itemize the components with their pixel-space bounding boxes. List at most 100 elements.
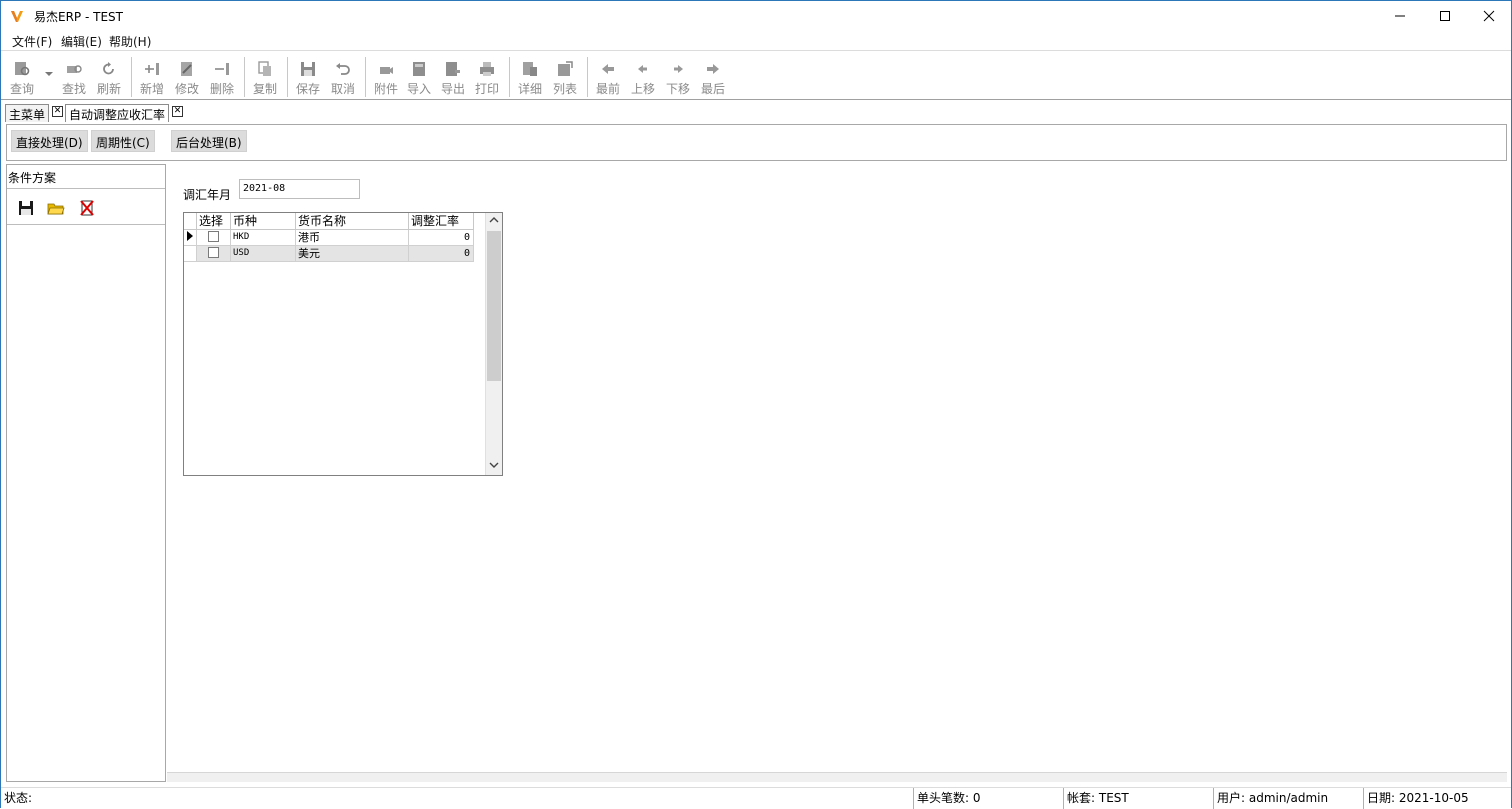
- current-date: 日期: 2021-10-05: [1363, 788, 1510, 809]
- app-logo-icon: [11, 11, 23, 22]
- save-icon[interactable]: [17, 199, 35, 217]
- currency-code-cell[interactable]: USD: [231, 246, 296, 262]
- periodic-button[interactable]: 周期性(C): [91, 130, 155, 152]
- adjust-rate-cell[interactable]: 0: [409, 230, 474, 246]
- currency-grid: 选择 币种 货币名称 调整汇率 HKD 港币 0 USD 美元 0: [183, 212, 503, 476]
- print-button[interactable]: 打印: [470, 57, 504, 99]
- panel-title: 条件方案: [8, 171, 57, 185]
- column-header-currency[interactable]: 币种: [231, 213, 296, 230]
- header-count: 单头笔数: 0: [913, 788, 1063, 809]
- query-button[interactable]: 查询: [5, 57, 39, 99]
- query-dropdown-icon[interactable]: [45, 72, 53, 76]
- maximize-button[interactable]: [1422, 1, 1468, 31]
- tab-auto-adjust-rate-close-icon[interactable]: ✕: [172, 106, 183, 117]
- first-icon: [602, 64, 614, 74]
- scroll-thumb[interactable]: [487, 231, 501, 381]
- add-button[interactable]: 新增: [135, 57, 169, 99]
- copy-button[interactable]: 复制: [248, 57, 282, 99]
- adjust-rate-cell[interactable]: 0: [409, 246, 474, 262]
- edit-button[interactable]: 修改: [170, 57, 204, 99]
- prev-icon: [638, 65, 647, 73]
- next-button[interactable]: 下移: [661, 57, 695, 99]
- select-checkbox[interactable]: [197, 246, 231, 262]
- last-icon: [707, 64, 719, 74]
- rate-month-input[interactable]: 2021-08: [239, 179, 360, 199]
- maximize-icon: [1440, 11, 1450, 21]
- import-button[interactable]: 导入: [402, 57, 436, 99]
- status-bar: 状态: 单头笔数: 0 帐套: TEST 用户: admin/admin 日期:…: [1, 787, 1511, 809]
- find-button[interactable]: 查找: [57, 57, 91, 99]
- scroll-up-icon[interactable]: [489, 216, 499, 226]
- find-icon: [67, 65, 82, 73]
- toolbar-separator: [131, 57, 132, 97]
- first-button[interactable]: 最前: [591, 57, 625, 99]
- menu-help[interactable]: 帮助(H): [109, 33, 151, 50]
- delete-button[interactable]: 删除: [205, 57, 239, 99]
- list-button[interactable]: 列表: [548, 57, 582, 99]
- current-user: 用户: admin/admin: [1213, 788, 1363, 809]
- title-bar: 易杰ERP - TEST: [1, 1, 1511, 31]
- edit-icon: [181, 62, 192, 76]
- table-row[interactable]: HKD 港币 0: [184, 230, 474, 246]
- main-horizontal-scrollbar[interactable]: [167, 772, 1507, 782]
- scroll-down-icon[interactable]: [489, 461, 499, 471]
- currency-name-cell[interactable]: 港币: [296, 230, 409, 246]
- refresh-icon: [103, 62, 114, 75]
- currency-name-cell[interactable]: 美元: [296, 246, 409, 262]
- menu-edit[interactable]: 编辑(E): [61, 33, 102, 50]
- open-folder-icon[interactable]: [47, 199, 65, 217]
- last-button[interactable]: 最后: [696, 57, 730, 99]
- import-icon: [413, 62, 425, 76]
- column-header-select[interactable]: 选择: [197, 213, 231, 230]
- minimize-button[interactable]: [1377, 1, 1423, 31]
- delete-scheme-icon[interactable]: [78, 199, 96, 217]
- save-button[interactable]: 保存: [291, 57, 325, 99]
- main-content: 调汇年月 2021-08 选择 币种 货币名称 调整汇率 HKD 港币 0 US…: [167, 164, 1507, 782]
- add-icon: [145, 63, 159, 75]
- toolbar-separator: [287, 57, 288, 97]
- cancel-button[interactable]: 取消: [326, 57, 360, 99]
- status-text: 状态:: [4, 791, 33, 805]
- column-header-currency-name[interactable]: 货币名称: [296, 213, 409, 230]
- toolbar-separator: [244, 57, 245, 97]
- divider: [7, 188, 165, 189]
- save-icon: [301, 62, 315, 76]
- tab-main-menu[interactable]: 主菜单: [5, 104, 50, 122]
- export-icon: [446, 62, 460, 76]
- menu-bar: 文件(F) 编辑(E) 帮助(H): [1, 31, 1511, 51]
- toolbar-separator: [365, 57, 366, 97]
- action-bar: 直接处理(D) 周期性(C) 后台处理(B): [6, 124, 1507, 161]
- refresh-button[interactable]: 刷新: [92, 57, 126, 99]
- divider: [7, 224, 165, 225]
- next-icon: [674, 65, 683, 73]
- table-row[interactable]: USD 美元 0: [184, 246, 474, 262]
- column-header-adjust-rate[interactable]: 调整汇率: [409, 213, 474, 230]
- direct-process-button[interactable]: 直接处理(D): [11, 130, 88, 152]
- list-icon: [558, 61, 573, 76]
- toolbar: 查询 查找 刷新 新增 修改 删除 复制 保存 取消 附件 导入 导出 打印 详…: [1, 52, 1511, 100]
- select-checkbox[interactable]: [197, 230, 231, 246]
- tab-main-menu-close-icon[interactable]: ✕: [52, 106, 63, 117]
- row-indicator: [184, 246, 197, 262]
- print-icon: [480, 62, 494, 76]
- detail-icon: [523, 62, 537, 76]
- toolbar-separator: [587, 57, 588, 97]
- menu-file[interactable]: 文件(F): [12, 33, 52, 50]
- detail-button[interactable]: 详细: [513, 57, 547, 99]
- currency-code-cell[interactable]: HKD: [231, 230, 296, 246]
- tab-bar: 主菜单 ✕ 自动调整应收汇率 ✕: [1, 102, 1511, 122]
- background-process-button[interactable]: 后台处理(B): [171, 130, 247, 152]
- close-icon: [1483, 10, 1495, 22]
- tab-auto-adjust-rate[interactable]: 自动调整应收汇率: [65, 104, 170, 122]
- grid-vertical-scrollbar[interactable]: [485, 213, 502, 475]
- delete-icon: [215, 63, 229, 75]
- attach-button[interactable]: 附件: [369, 57, 403, 99]
- toolbar-separator: [509, 57, 510, 97]
- attach-icon: [380, 67, 393, 74]
- minimize-icon: [1395, 15, 1405, 17]
- export-button[interactable]: 导出: [436, 57, 470, 99]
- row-indicator-header: [184, 213, 197, 230]
- prev-button[interactable]: 上移: [626, 57, 660, 99]
- query-icon: [15, 62, 30, 76]
- close-button[interactable]: [1466, 1, 1512, 31]
